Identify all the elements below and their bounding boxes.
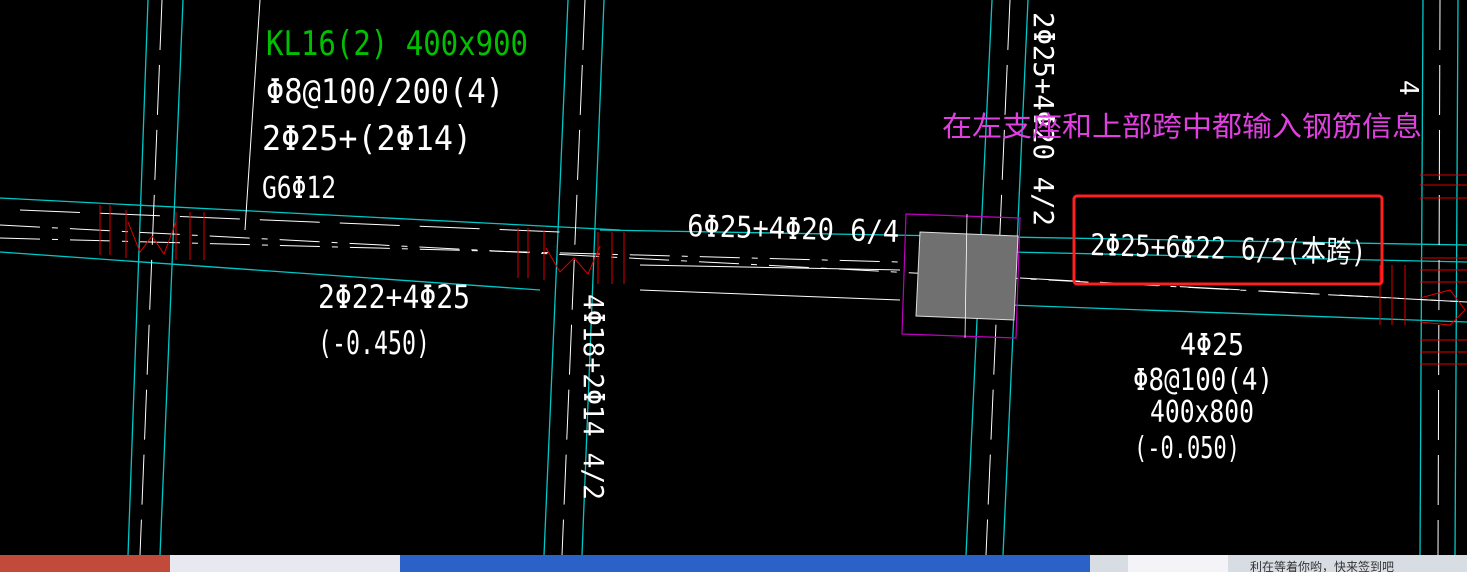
annotation-text: 在左支座和上部跨中都输入钢筋信息 (942, 110, 1422, 143)
beam-mark-text[interactable]: KL16(2) 400x900 (266, 24, 528, 64)
rebar-hatch-right (1379, 174, 1467, 365)
banner-image-3 (400, 555, 1090, 572)
top-rebar-text[interactable]: 2Φ25+(2Φ14) (262, 119, 472, 159)
right-elev-text[interactable]: (-0.050) (1134, 431, 1240, 466)
right-stirrup-text[interactable]: Φ8@100(4) (1133, 363, 1273, 398)
taskbar-hint-text: 利在等着你哟，快来签到吧 (1250, 560, 1395, 572)
left-span-bottom-text[interactable]: 2Φ22+4Φ25 (318, 278, 470, 316)
taskbar-strip: 利在等着你哟，快来签到吧 (0, 555, 1467, 572)
stirrup-text[interactable]: Φ8@100/200(4) (266, 72, 504, 112)
right-top-text[interactable]: 2Φ25+6Φ22 6/2(本跨) (1090, 228, 1367, 271)
beam-centerlines (0, 0, 1467, 555)
support-top-text[interactable]: 6Φ25+4Φ20 6/4 (687, 209, 900, 250)
axis-lines (0, 0, 1467, 555)
right-size-text[interactable]: 400x800 (1150, 395, 1254, 430)
vertical-mid-text[interactable]: 4Φ18+2Φ14 4/2 (577, 294, 610, 500)
side-rebar-text[interactable]: G6Φ12 (262, 171, 336, 206)
banner-image-2 (170, 555, 400, 572)
rebar-hatch-mid (517, 228, 625, 284)
right-rebar-text[interactable]: 4Φ25 (1180, 328, 1244, 363)
column[interactable] (901, 213, 1021, 339)
drawing-svg: KL16(2) 400x900 Φ8@100/200(4) 2Φ25+(2Φ14… (0, 0, 1467, 555)
left-span-elev-text[interactable]: (-0.450) (318, 324, 430, 362)
vertical-edge-text[interactable]: 4 (1393, 80, 1423, 96)
cad-drawing-canvas[interactable]: KL16(2) 400x900 Φ8@100/200(4) 2Φ25+(2Φ14… (0, 0, 1467, 555)
banner-image-1 (0, 555, 170, 572)
banner-image-4 (1128, 555, 1228, 572)
